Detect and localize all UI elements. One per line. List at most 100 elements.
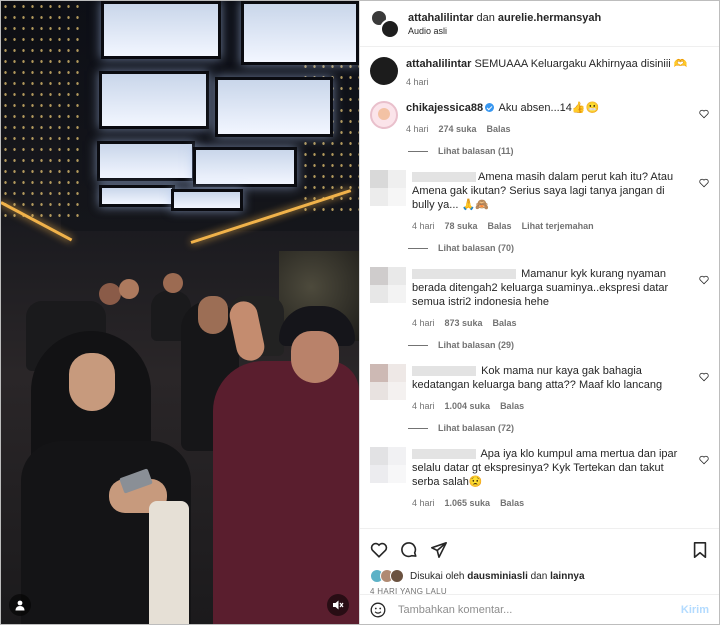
divider-line xyxy=(408,427,428,429)
post-video[interactable] xyxy=(1,1,359,624)
ceiling-light xyxy=(99,185,175,207)
heart-icon[interactable] xyxy=(699,275,709,285)
reply-button[interactable]: Balas xyxy=(487,122,511,136)
view-replies-button[interactable]: Lihat balasan (72) xyxy=(408,423,709,433)
view-replies-label: Lihat balasan (72) xyxy=(438,423,515,433)
avatar[interactable] xyxy=(370,267,406,303)
liked-by-user[interactable]: dausminiasli xyxy=(467,571,528,582)
passenger-woman-face xyxy=(291,331,339,383)
collab-username[interactable]: aurelie.hermansyah xyxy=(498,12,601,24)
comment-likes[interactable]: 873 suka xyxy=(445,316,483,330)
mute-button[interactable] xyxy=(327,594,349,616)
comment: Mamanur kyk kurang nyaman berada ditenga… xyxy=(370,267,709,330)
audio-link[interactable]: Audio asli xyxy=(408,26,601,36)
emoji-icon[interactable] xyxy=(370,602,386,618)
heart-icon[interactable] xyxy=(699,178,709,188)
view-replies-button[interactable]: Lihat balasan (11) xyxy=(408,146,709,156)
verified-badge-icon xyxy=(485,103,495,112)
comment-username-redacted[interactable] xyxy=(412,269,516,280)
passenger-man-face xyxy=(198,296,228,334)
comment-text: Aku absen...14👍😬 xyxy=(498,102,600,114)
passenger-woman-coat xyxy=(213,361,359,624)
caption-username[interactable]: attahalilintar xyxy=(406,58,471,70)
passenger xyxy=(163,273,183,293)
comment-likes[interactable]: 78 suka xyxy=(445,219,478,233)
avatar[interactable] xyxy=(370,57,398,85)
liked-by-others[interactable]: lainnya xyxy=(550,571,584,582)
avatar[interactable] xyxy=(370,447,406,483)
reply-button[interactable]: Balas xyxy=(500,496,524,510)
comment-time: 4 hari xyxy=(412,318,435,328)
comment-username-redacted[interactable] xyxy=(412,449,476,460)
view-replies-button[interactable]: Lihat balasan (29) xyxy=(408,340,709,350)
post-modal: attahalilintar dan aurelie.hermansyah Au… xyxy=(0,0,720,625)
reply-button[interactable]: Balas xyxy=(500,399,524,413)
share-icon[interactable] xyxy=(430,541,448,559)
comment: Apa iya klo kumpul ama mertua dan ipar s… xyxy=(370,447,709,510)
comments-list[interactable]: attahalilintar SEMUAAA Keluargaku Akhirn… xyxy=(360,47,719,528)
reply-button[interactable]: Balas xyxy=(493,316,517,330)
translate-button[interactable]: Lihat terjemahan xyxy=(522,219,594,233)
comment-time: 4 hari xyxy=(412,498,435,508)
and-text: dan xyxy=(476,11,495,24)
caption-time: 4 hari xyxy=(406,77,429,87)
divider-line xyxy=(408,344,428,346)
liked-by-and: dan xyxy=(530,570,548,582)
comment-icon[interactable] xyxy=(400,541,418,559)
comment-time: 4 hari xyxy=(412,401,435,411)
add-comment-bar: Kirim xyxy=(360,594,719,624)
comment-likes[interactable]: 1.004 suka xyxy=(445,399,491,413)
comment-username-redacted[interactable] xyxy=(412,366,476,377)
comment-time: 4 hari xyxy=(406,124,429,134)
send-button[interactable]: Kirim xyxy=(681,604,709,616)
post-caption: attahalilintar SEMUAAA Keluargaku Akhirn… xyxy=(370,57,709,87)
passenger-face xyxy=(69,353,115,411)
passenger xyxy=(119,279,139,299)
like-heart-icon[interactable] xyxy=(370,541,388,559)
comment-time: 4 hari xyxy=(412,221,435,231)
avatar[interactable] xyxy=(370,364,406,400)
avatar[interactable] xyxy=(370,170,406,206)
heart-icon[interactable] xyxy=(699,372,709,382)
user-icon xyxy=(15,600,25,611)
comment-likes[interactable]: 1.065 suka xyxy=(445,496,491,510)
caption-text: SEMUAAA Keluargaku Akhirnyaa disiniii 🫶 xyxy=(474,58,688,70)
view-replies-label: Lihat balasan (70) xyxy=(438,243,515,253)
liked-by-prefix: Disukai oleh xyxy=(410,570,465,582)
heart-icon[interactable] xyxy=(699,455,709,465)
ceiling-light xyxy=(97,141,195,181)
ceiling-light xyxy=(171,189,243,211)
passenger xyxy=(99,283,121,305)
ceiling-light xyxy=(193,147,297,187)
heart-icon[interactable] xyxy=(699,109,709,119)
divider-line xyxy=(408,247,428,249)
bookmark-icon[interactable] xyxy=(691,541,709,559)
reply-button[interactable]: Balas xyxy=(488,219,512,233)
view-replies-label: Lihat balasan (29) xyxy=(438,340,515,350)
comment: chikajessica88 Aku absen...14👍😬 4 hari 2… xyxy=(370,101,709,136)
author-username[interactable]: attahalilintar xyxy=(408,12,473,24)
avatar[interactable] xyxy=(370,101,398,129)
divider-line xyxy=(408,150,428,152)
star-lights-left xyxy=(1,1,81,221)
ceiling-light xyxy=(241,1,359,65)
comment-username-redacted[interactable] xyxy=(412,172,476,183)
avatar xyxy=(390,569,404,583)
comment: Amena masih dalam perut kah itu? Atau Am… xyxy=(370,170,709,233)
comment-likes[interactable]: 274 suka xyxy=(439,122,477,136)
ceiling-light xyxy=(101,1,221,59)
post-header: attahalilintar dan aurelie.hermansyah Au… xyxy=(360,1,719,47)
liked-by: Disukai oleh dausminiasli dan lainnya xyxy=(370,569,709,583)
speaker-muted-icon xyxy=(333,600,344,610)
ceiling-light xyxy=(99,71,209,129)
view-replies-button[interactable]: Lihat balasan (70) xyxy=(408,243,709,253)
ceiling-light xyxy=(215,77,333,137)
comment: Kok mama nur kaya gak bahagia kedatangan… xyxy=(370,364,709,413)
avatar[interactable] xyxy=(380,18,400,39)
tagged-users-button[interactable] xyxy=(9,594,31,616)
post-side-panel: attahalilintar dan aurelie.hermansyah Au… xyxy=(359,1,719,624)
collab-avatars[interactable] xyxy=(370,8,400,39)
comment-input[interactable] xyxy=(398,603,681,616)
comment-username[interactable]: chikajessica88 xyxy=(406,102,483,114)
liker-avatars[interactable] xyxy=(370,569,406,583)
